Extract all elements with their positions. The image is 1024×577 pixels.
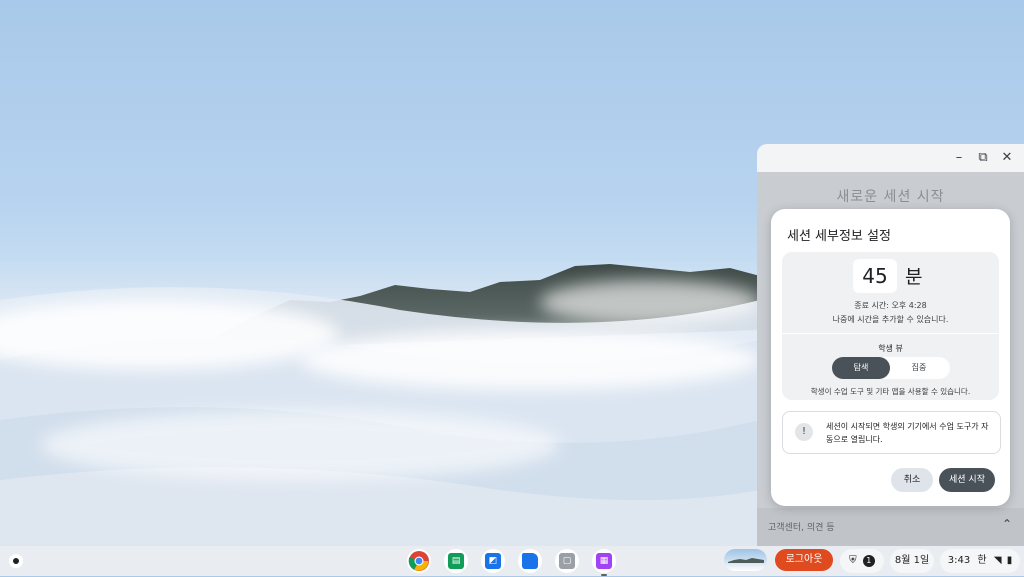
clock-time: 3:43 [947,555,971,566]
info-notice: ! 세션이 시작되면 학생의 기기에서 수업 도구가 자동으로 열립니다. [782,411,1001,454]
cancel-button[interactable]: 취소 [891,468,933,492]
view-option-explore[interactable]: 탐색 [832,357,890,379]
view-option-focus[interactable]: 집중 [890,357,948,379]
chrome-app[interactable] [407,549,431,573]
window-footer[interactable]: 고객센터, 의견 등 ⌃ [757,508,1024,546]
files-app[interactable] [518,549,542,573]
info-text: 세션이 시작되면 학생의 기기에서 수업 도구가 자동으로 열립니다. [826,422,989,444]
launcher-icon [13,558,19,564]
end-time-text: 종료 시간: 오후 4:28 [854,301,927,310]
info-icon: ! [795,423,813,441]
desk-thumbnail-icon [728,558,764,563]
status-tray[interactable]: 3:43 한 ◥ ▮ [940,549,1020,573]
divider [782,333,999,334]
notification-count: 1 [862,555,875,567]
duration-input[interactable]: 45 [853,259,897,293]
duration-unit: 분 [905,266,923,288]
shelf: ▤ ◩ ▢ ▦ 로그아웃 ⛨ 1 8월 1일 3:43 한 ◥ ▮ [0,546,1024,576]
duration-card: 45 분 종료 시간: 오후 4:28 나중에 시간을 추가할 수 있습니다. … [782,252,999,400]
session-details-dialog: 세션 세부정보 설정 45 분 종료 시간: 오후 4:28 나중에 시간을 추… [771,209,1010,506]
ime-indicator: 한 [977,555,987,566]
restore-icon[interactable]: ⧉ [975,150,991,166]
battery-icon: ▮ [1006,555,1013,566]
add-time-later-text: 나중에 시간을 추가할 수 있습니다. [832,315,949,324]
chevron-up-icon[interactable]: ⌃ [1002,517,1012,531]
classroom-app[interactable]: ▤ [444,549,468,573]
launcher-button[interactable] [9,554,23,568]
class-tools-icon: ▦ [596,553,612,569]
shield-icon: ⛨ [849,555,857,566]
student-view-toggle: 탐색 집중 [832,357,950,379]
window-heading: 새로운 세션 시작 [836,189,945,205]
notification-tray[interactable]: ⛨ 1 [840,549,884,573]
student-view-label: 학생 뷰 [878,344,903,353]
dialog-title: 세션 세부정보 설정 [787,229,891,244]
window-titlebar: – ⧉ ✕ [757,144,1024,172]
docs-app-icon: ◩ [485,553,501,569]
view-description: 학생이 수업 도구 및 기타 앱을 사용할 수 있습니다. [810,387,971,396]
date-tray[interactable]: 8월 1일 [890,549,934,573]
close-icon[interactable]: ✕ [999,150,1015,166]
wifi-icon: ◥ [993,555,1002,566]
start-session-button[interactable]: 세션 시작 [939,468,995,492]
classroom-app-icon: ▤ [448,553,464,569]
files-icon [522,553,538,569]
minimize-icon[interactable]: – [951,150,967,166]
class-tools-app[interactable]: ▦ [592,549,616,573]
screen-capture-app[interactable]: ▢ [555,549,579,573]
chrome-icon [408,551,429,571]
logout-button[interactable]: 로그아웃 [775,549,833,571]
screen-capture-icon: ▢ [559,553,575,569]
help-feedback-link[interactable]: 고객센터, 의견 등 [768,520,835,533]
docs-app[interactable]: ◩ [481,549,505,573]
desk-preview[interactable] [724,549,767,571]
